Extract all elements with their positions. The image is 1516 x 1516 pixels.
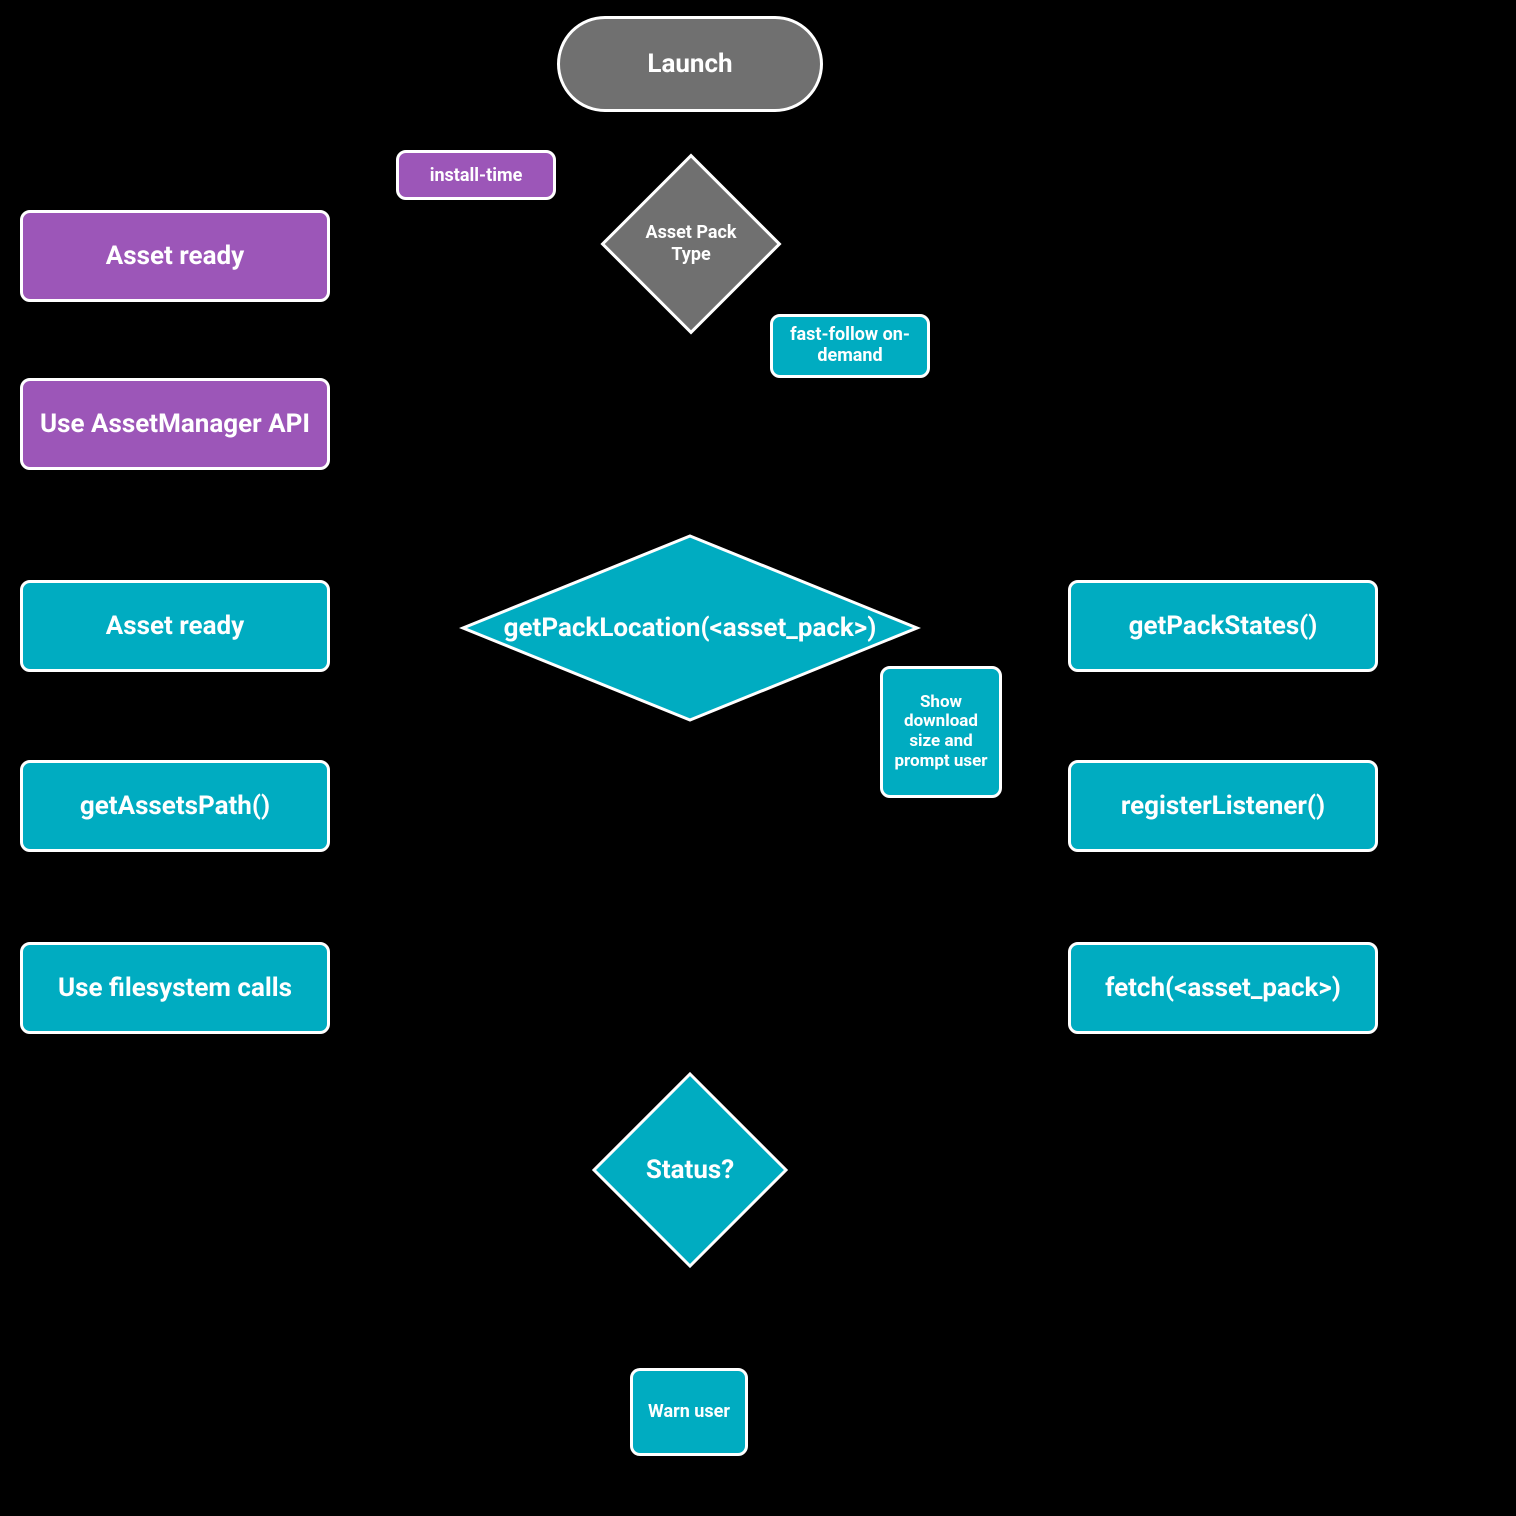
show-download-label: Show download size and prompt user: [889, 693, 993, 771]
launch-label: Launch: [647, 49, 732, 79]
launch-terminator: Launch: [557, 16, 823, 112]
asset-ready-purple: Asset ready: [20, 210, 330, 302]
use-assetmanager-label: Use AssetManager API: [40, 409, 310, 439]
register-listener: registerListener(): [1068, 760, 1378, 852]
status-decision: Status?: [588, 1068, 792, 1272]
install-time-text: install-time: [430, 165, 523, 186]
register-listener-label: registerListener(): [1121, 791, 1325, 821]
use-assetmanager-api: Use AssetManager API: [20, 378, 330, 470]
asset-pack-type-text: Asset Pack Type: [633, 222, 749, 265]
get-assets-path-label: getAssetsPath(): [80, 791, 270, 821]
edge-label-fast-follow: fast-follow on-demand: [770, 314, 930, 378]
asset-pack-type-label: Asset Pack Type: [627, 180, 755, 308]
asset-ready-teal: Asset ready: [20, 580, 330, 672]
fetch-asset-pack: fetch(<asset_pack>): [1068, 942, 1378, 1034]
get-pack-states-label: getPackStates(): [1129, 611, 1318, 641]
use-filesystem-calls: Use filesystem calls: [20, 942, 330, 1034]
get-pack-states: getPackStates(): [1068, 580, 1378, 672]
asset-ready-teal-label: Asset ready: [106, 611, 244, 641]
fetch-label: fetch(<asset_pack>): [1105, 973, 1341, 1003]
get-pack-location-svg: [455, 528, 925, 728]
warn-user-label: Warn user: [648, 1401, 730, 1423]
get-assets-path: getAssetsPath(): [20, 760, 330, 852]
show-download-prompt: Show download size and prompt user: [880, 666, 1002, 798]
asset-pack-type-decision: Asset Pack Type: [627, 180, 755, 308]
asset-ready-purple-label: Asset ready: [106, 241, 244, 271]
use-filesystem-label: Use filesystem calls: [58, 973, 292, 1003]
edge-label-install-time: install-time: [396, 150, 556, 200]
warn-user: Warn user: [630, 1368, 748, 1456]
status-label: Status?: [646, 1155, 734, 1185]
fast-follow-text: fast-follow on-demand: [773, 325, 927, 366]
flowchart-canvas: { "colors": { "teal": "#00acc1", "purple…: [0, 0, 1516, 1516]
